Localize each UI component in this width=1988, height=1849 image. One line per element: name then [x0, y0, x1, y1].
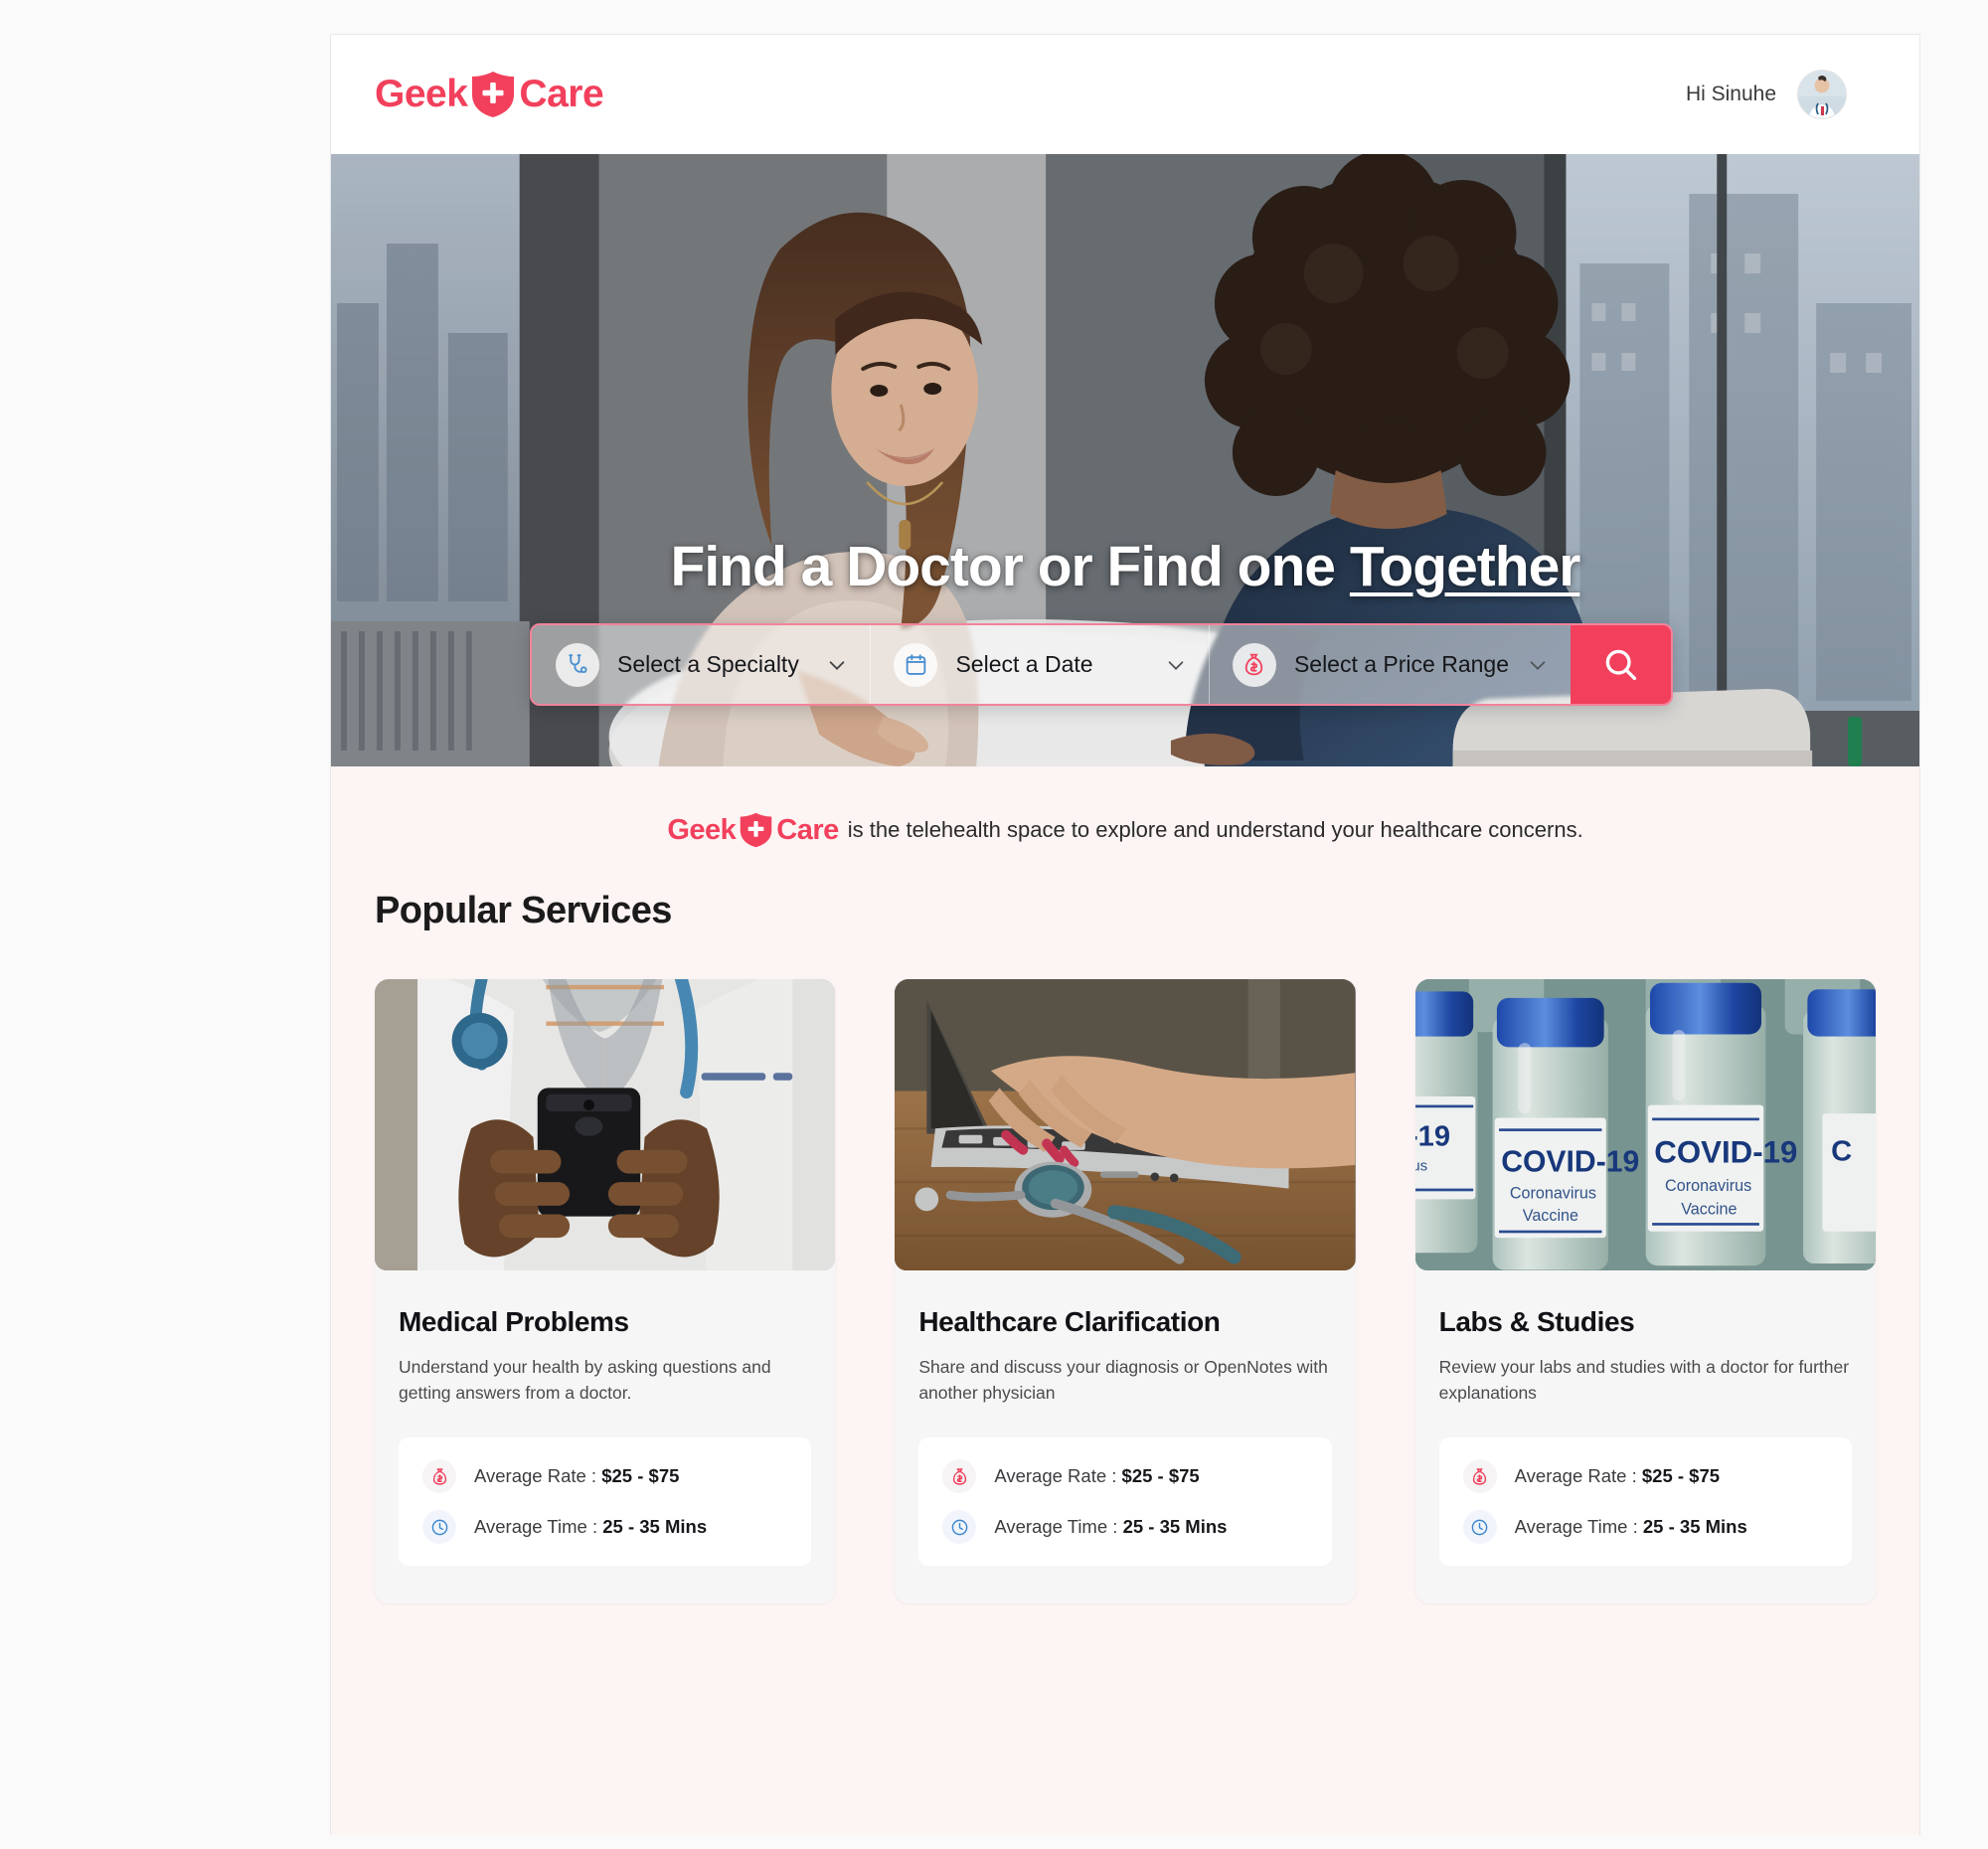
stat-value-time: 25 - 35 Mins — [1122, 1516, 1228, 1537]
stat-value-time: 25 - 35 Mins — [1642, 1516, 1747, 1537]
stat-row-rate: Average Rate : $25 - $75 — [1462, 1459, 1832, 1493]
stat-value-rate: $25 - $75 — [1121, 1465, 1200, 1486]
site-header: Geek Care Hi Sinuhe — [331, 35, 1919, 154]
stat-text-rate: Average Rate : $25 - $75 — [474, 1465, 679, 1487]
stat-row-rate: Average Rate : $25 - $75 — [422, 1459, 791, 1493]
service-card-description: Understand your health by asking questio… — [399, 1357, 771, 1404]
money-bag-icon — [1232, 642, 1276, 687]
service-card-image — [895, 979, 1356, 1270]
stat-text-time: Average Time : 25 - 35 Mins — [994, 1516, 1227, 1538]
service-card-image — [375, 979, 836, 1270]
chevron-down-icon — [826, 654, 848, 676]
popular-services-section: Popular Services Medical Problems Unders… — [331, 882, 1919, 1603]
stat-row-rate: Average Rate : $25 - $75 — [942, 1459, 1311, 1493]
stat-label-time: Average Time : — [474, 1516, 603, 1537]
user-greeting: Hi Sinuhe — [1685, 83, 1776, 105]
stat-row-time: Average Time : 25 - 35 Mins — [422, 1510, 791, 1544]
service-card-list: Medical Problems Understand your health … — [375, 979, 1876, 1603]
service-card-body: Healthcare Clarification Share and discu… — [895, 1270, 1355, 1566]
shield-plus-icon — [740, 812, 772, 848]
stat-value-rate: $25 - $75 — [1641, 1465, 1721, 1486]
stat-text-time: Average Time : 25 - 35 Mins — [474, 1516, 707, 1538]
service-card-stats: Average Rate : $25 - $75 Average Time : … — [918, 1437, 1332, 1566]
clock-icon — [942, 1510, 977, 1544]
brand-text-care: Care — [519, 73, 604, 115]
stat-row-time: Average Time : 25 - 35 Mins — [942, 1510, 1311, 1544]
stat-text-time: Average Time : 25 - 35 Mins — [1515, 1516, 1747, 1538]
chevron-down-icon — [1165, 654, 1187, 676]
page-title: Find a Doctor or Find one Together — [331, 534, 1919, 599]
section-heading: Popular Services — [375, 890, 672, 931]
money-bag-icon — [942, 1459, 977, 1493]
brand-logo[interactable]: Geek Care — [375, 71, 604, 118]
service-card-title: Labs & Studies — [1438, 1306, 1635, 1337]
search-button[interactable] — [1571, 625, 1671, 704]
price-range-select[interactable]: Select a Price Range — [1208, 625, 1572, 704]
money-bag-icon — [1462, 1459, 1497, 1493]
service-card[interactable]: Healthcare Clarification Share and discu… — [895, 979, 1356, 1603]
doctor-search-bar: Select a Specialty Select a Date Select … — [530, 623, 1673, 706]
service-card-image: D-19 avirus cine COVID-19 Coro — [1414, 979, 1876, 1270]
stat-label-rate: Average Rate : — [474, 1465, 602, 1486]
specialty-label: Select a Specialty — [617, 651, 799, 677]
clock-icon — [422, 1510, 456, 1544]
tagline-brand-geek: Geek — [667, 813, 737, 846]
service-card-title: Medical Problems — [399, 1306, 629, 1337]
stat-text-rate: Average Rate : $25 - $75 — [994, 1465, 1199, 1487]
service-card[interactable]: D-19 avirus cine COVID-19 Coro — [1414, 979, 1876, 1603]
hero-title-main: Find a Doctor or Find one — [670, 535, 1350, 598]
calendar-icon — [894, 642, 938, 687]
price-range-label: Select a Price Range — [1293, 651, 1510, 677]
service-card-title: Healthcare Clarification — [918, 1306, 1221, 1337]
date-select[interactable]: Select a Date — [870, 625, 1209, 704]
brand-text-geek: Geek — [375, 73, 468, 115]
search-icon — [1602, 646, 1639, 683]
service-card-stats: Average Rate : $25 - $75 Average Time : … — [1438, 1437, 1852, 1566]
avatar[interactable] — [1798, 71, 1846, 118]
tagline: Geek Care is the telehealth space to exp… — [331, 766, 1919, 882]
stat-text-rate: Average Rate : $25 - $75 — [1515, 1465, 1720, 1487]
service-card-stats: Average Rate : $25 - $75 Average Time : … — [399, 1437, 812, 1566]
shield-plus-icon — [471, 71, 515, 118]
specialty-select[interactable]: Select a Specialty — [532, 625, 871, 704]
stat-label-time: Average Time : — [1514, 1516, 1643, 1537]
money-bag-icon — [422, 1459, 456, 1493]
tagline-brand-care: Care — [776, 813, 839, 846]
date-label: Select a Date — [955, 651, 1093, 677]
stat-label-rate: Average Rate : — [1514, 1465, 1642, 1486]
service-card-body: Medical Problems Understand your health … — [375, 1270, 835, 1566]
hero-title-emphasis: Together — [1349, 535, 1581, 598]
stat-row-time: Average Time : 25 - 35 Mins — [1462, 1510, 1832, 1544]
header-user-area: Hi Sinuhe — [1686, 71, 1846, 118]
tagline-brand-logo: Geek Care — [667, 812, 839, 848]
service-card-description: Review your labs and studies with a doct… — [1438, 1357, 1850, 1404]
stat-label-time: Average Time : — [994, 1516, 1123, 1537]
service-card-body: Labs & Studies Review your labs and stud… — [1415, 1270, 1876, 1566]
stethoscope-icon — [556, 642, 599, 687]
app-window: Geek Care Hi Sinuhe Find a Doctor or Fin… — [330, 34, 1920, 1835]
stat-value-rate: $25 - $75 — [601, 1465, 680, 1486]
chevron-down-icon — [1527, 654, 1549, 676]
tagline-text: is the telehealth space to explore and u… — [847, 817, 1583, 842]
service-card[interactable]: Medical Problems Understand your health … — [375, 979, 836, 1603]
stat-value-time: 25 - 35 Mins — [602, 1516, 708, 1537]
service-card-description: Share and discuss your diagnosis or Open… — [918, 1357, 1328, 1404]
stat-label-rate: Average Rate : — [994, 1465, 1122, 1486]
hero-section: Find a Doctor or Find one Together Selec… — [331, 154, 1919, 766]
clock-icon — [1462, 1510, 1497, 1544]
